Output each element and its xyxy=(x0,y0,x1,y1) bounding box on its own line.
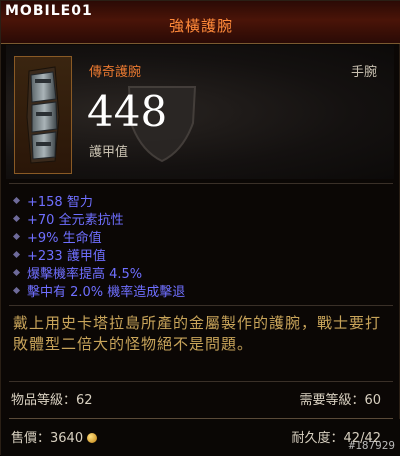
armor-label: 護甲值 xyxy=(89,145,129,160)
tooltip-header: MOBILE01 強橫護腕 xyxy=(1,1,400,44)
gold-coin-icon xyxy=(87,433,98,443)
stat-line: +9% 生命值 xyxy=(11,227,102,246)
item-slot: 手腕 xyxy=(350,65,377,80)
stat-text: 擊中有 2.0% 機率造成擊退 xyxy=(27,284,186,300)
stat-line: +158 智力 xyxy=(11,191,93,210)
sell-price: 售價：3640 xyxy=(11,427,98,446)
stat-line: 擊中有 2.0% 機率造成擊退 xyxy=(11,281,186,300)
stat-line: +233 護甲值 xyxy=(11,245,106,264)
flavor-text: 戴上用史卡塔拉島所產的金屬製作的護腕，戰士要打敗體型二倍大的怪物絕不是問題。 xyxy=(13,314,382,353)
item-icon-frame xyxy=(14,56,72,174)
diamond-bullet-icon xyxy=(12,196,21,204)
item-level: 物品等級：62 xyxy=(11,393,93,408)
item-rarity-type: 傳奇護腕 xyxy=(89,65,142,80)
armor-value: 448 xyxy=(87,87,168,136)
watermark: #187929 xyxy=(348,439,395,452)
item-tooltip: MOBILE01 強橫護腕 傳奇護腕 手腕 448 護甲值 +158 智力 +7… xyxy=(0,0,400,456)
diamond-bullet-icon xyxy=(12,214,21,222)
required-level: 需要等級：60 xyxy=(299,393,381,408)
divider xyxy=(9,381,393,382)
bracers-icon xyxy=(26,66,60,164)
stat-text: +233 護甲值 xyxy=(27,248,106,264)
diamond-bullet-icon xyxy=(12,268,21,276)
stat-text: +70 全元素抗性 xyxy=(27,212,124,228)
stat-line: +70 全元素抗性 xyxy=(11,209,124,228)
stat-text: +158 智力 xyxy=(27,194,93,210)
stat-line: 爆擊機率提高 4.5% xyxy=(11,263,143,282)
divider xyxy=(9,183,393,184)
diamond-bullet-icon xyxy=(12,250,21,258)
diamond-bullet-icon xyxy=(12,232,21,240)
item-name: 強橫護腕 xyxy=(168,17,233,35)
diamond-bullet-icon xyxy=(12,286,21,294)
divider xyxy=(9,305,393,306)
sell-price-text: 售價：3640 xyxy=(11,431,84,446)
stat-text: +9% 生命值 xyxy=(27,230,102,246)
stat-text: 爆擊機率提高 4.5% xyxy=(27,266,143,282)
divider xyxy=(9,418,393,419)
